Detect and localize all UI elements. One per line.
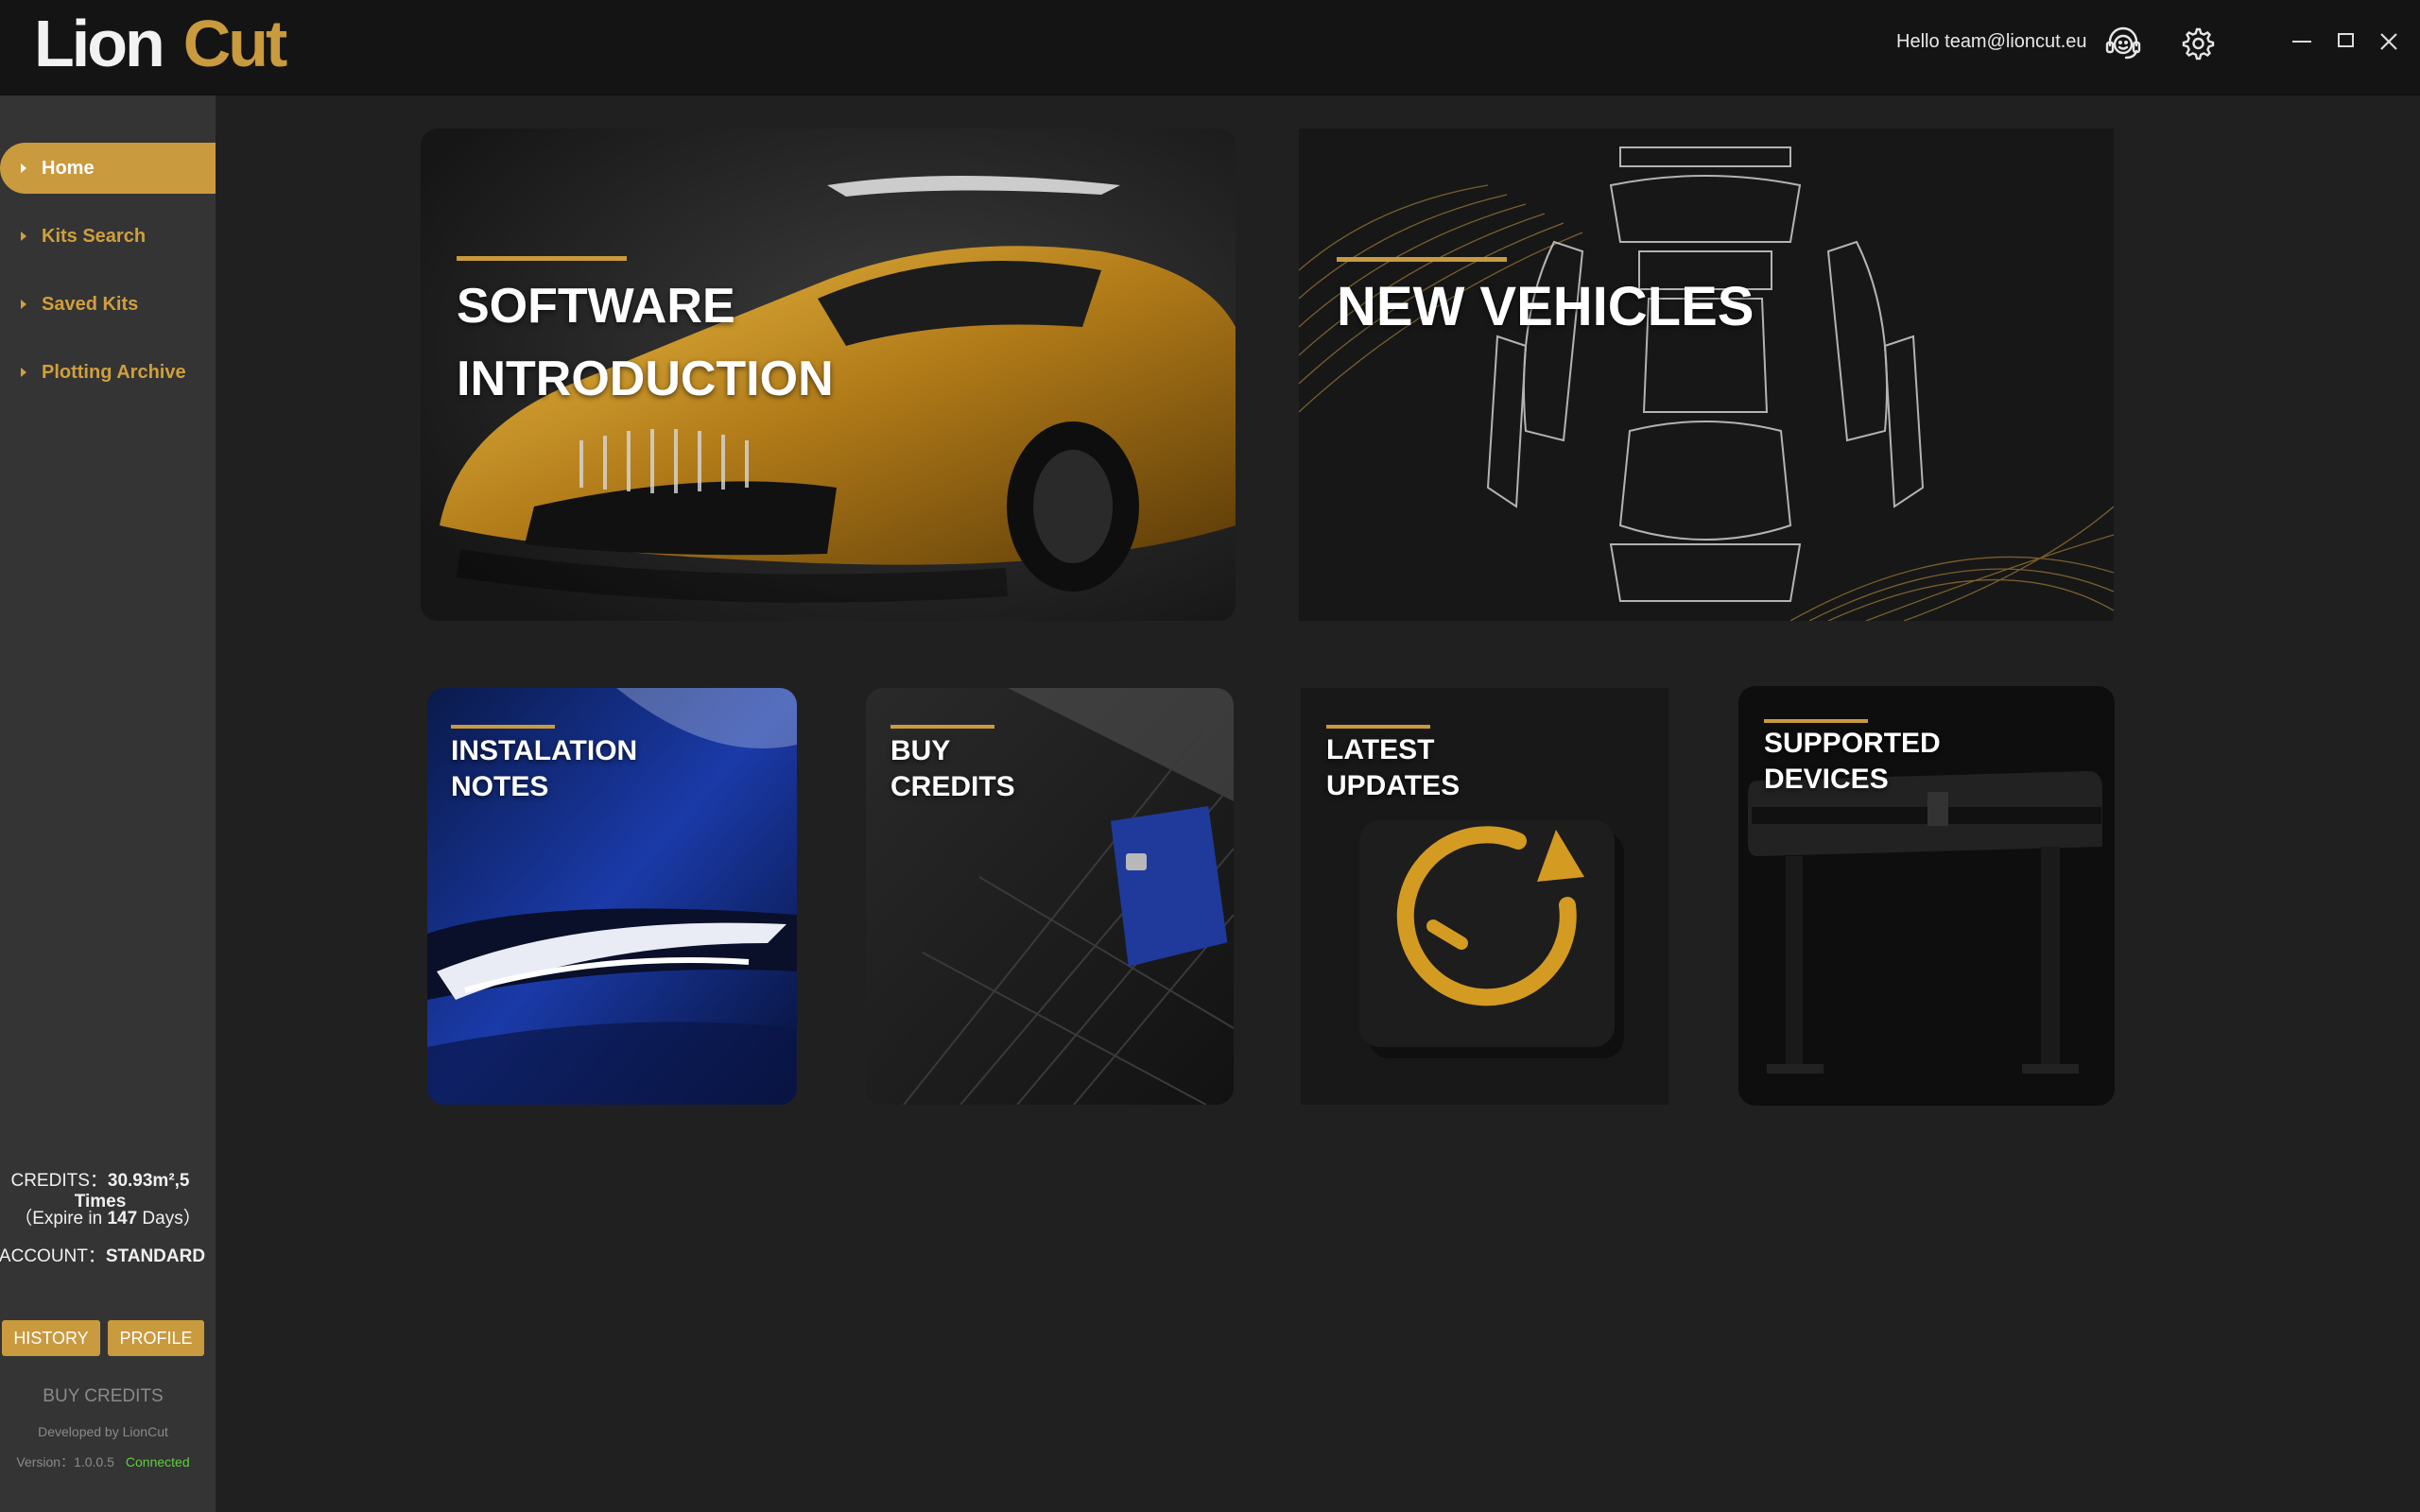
credits-expiry: （Expire in 147 Days）: [0, 1204, 216, 1229]
card-buy-credits[interactable]: BUY CREDITS: [866, 688, 1234, 1105]
card-accent-bar: [451, 725, 555, 729]
connection-status: Connected: [125, 1454, 190, 1469]
card-accent-bar: [1764, 719, 1868, 723]
vehicle-template-image: [1299, 129, 2114, 621]
card-new-vehicles[interactable]: NEW VEHICLES: [1299, 129, 2114, 621]
card-title-line: DEVICES: [1764, 764, 1889, 795]
card-title-line: CREDITS: [890, 771, 1015, 802]
expiry-suffix: Days）: [137, 1209, 201, 1228]
support-headset-icon[interactable]: [2102, 23, 2144, 64]
card-accent-bar: [1337, 257, 1507, 262]
sidebar: Home Kits Search Saved Kits Plotting Arc…: [0, 95, 216, 1512]
user-greeting: Hello team@lioncut.eu: [1896, 31, 2087, 52]
account-label: ACCOUNT：: [0, 1246, 106, 1266]
card-title: SOFTWARE INTRODUCTION: [457, 270, 834, 416]
caret-right-icon: [21, 163, 26, 173]
card-latest-updates[interactable]: LATEST UPDATES: [1301, 688, 1668, 1105]
expiry-prefix: （Expire in: [14, 1209, 108, 1228]
credits-label: CREDITS：: [10, 1171, 108, 1191]
maximize-icon[interactable]: [2325, 21, 2366, 62]
buy-credits-link[interactable]: BUY CREDITS: [0, 1386, 206, 1407]
card-title-line: SOFTWARE: [457, 279, 735, 334]
card-title: LATEST UPDATES: [1326, 732, 1460, 804]
logo-text-lion: Lion: [34, 7, 165, 80]
card-title: NEW VEHICLES: [1337, 270, 1754, 343]
card-title-line: INTRODUCTION: [457, 352, 834, 406]
card-installation-notes[interactable]: INSTALATION NOTES: [427, 688, 797, 1105]
sidebar-item-plotting-archive[interactable]: Plotting Archive: [0, 347, 216, 398]
sidebar-item-kits-search[interactable]: Kits Search: [0, 211, 216, 262]
card-title-line: NEW VEHICLES: [1337, 276, 1754, 337]
sidebar-item-label: Saved Kits: [42, 293, 139, 315]
title-bar: Lion Cut Hello team@lioncut.eu: [0, 0, 2420, 95]
minimize-icon[interactable]: [2281, 21, 2323, 62]
card-title: BUY CREDITS: [890, 733, 1015, 805]
caret-right-icon: [21, 300, 26, 309]
history-button[interactable]: HISTORY: [2, 1320, 100, 1356]
card-title-line: INSTALATION: [451, 735, 638, 766]
sidebar-item-label: Home: [42, 157, 95, 179]
expiry-days: 147: [107, 1209, 138, 1228]
account-value: STANDARD: [105, 1246, 206, 1266]
card-title: INSTALATION NOTES: [451, 733, 637, 805]
sidebar-item-label: Kits Search: [42, 225, 147, 247]
card-accent-bar: [1326, 725, 1430, 729]
sidebar-item-saved-kits[interactable]: Saved Kits: [0, 279, 216, 330]
card-supported-devices[interactable]: SUPPORTED DEVICES: [1738, 686, 2115, 1106]
settings-gear-icon[interactable]: [2176, 23, 2218, 64]
card-title-line: NOTES: [451, 771, 549, 802]
card-title-line: SUPPORTED: [1764, 728, 1941, 759]
profile-button[interactable]: PROFILE: [108, 1320, 204, 1356]
lioncut-logo: Lion Cut: [34, 7, 288, 80]
card-accent-bar: [890, 725, 994, 729]
card-title-line: BUY: [890, 735, 951, 766]
card-software-introduction[interactable]: SOFTWARE INTRODUCTION: [421, 129, 1236, 621]
developed-by: Developed by LionCut: [38, 1424, 168, 1439]
card-title-line: LATEST: [1326, 734, 1435, 765]
account-type: ACCOUNT：STANDARD: [0, 1242, 210, 1267]
version-label: Version：1.0.0.5: [16, 1454, 114, 1469]
close-icon[interactable]: [2368, 21, 2410, 62]
card-title: SUPPORTED DEVICES: [1764, 726, 1941, 798]
sidebar-item-home[interactable]: Home: [0, 143, 216, 194]
card-accent-bar: [457, 256, 627, 261]
logo-text-cut: Cut: [182, 7, 288, 80]
sidebar-item-label: Plotting Archive: [42, 361, 186, 383]
version-status: Version：1.0.0.5 Connected: [0, 1452, 206, 1471]
caret-right-icon: [21, 232, 26, 241]
card-title-line: UPDATES: [1326, 770, 1461, 801]
caret-right-icon: [21, 368, 26, 377]
